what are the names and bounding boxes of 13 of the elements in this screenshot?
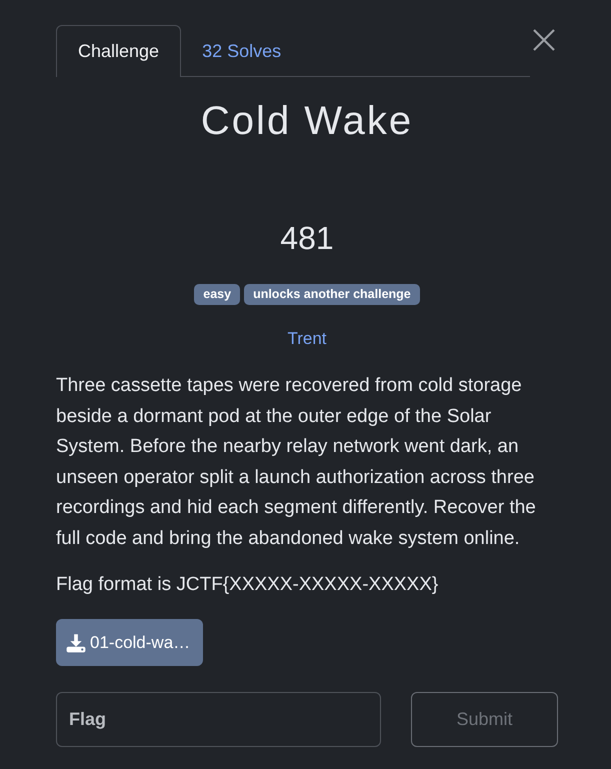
close-icon[interactable] (533, 29, 555, 51)
tab[interactable]: Challenge (56, 25, 182, 77)
tag-badge: unlocks another challenge (244, 284, 420, 305)
description-text: Three cassette tapes were recovered from cold storage beside a dormant pod at the outer edge of the Solar System. Before the nearby relay network went dark, an unseen operator split a launch authorization across three recordings and hid each segment differently. Recover the full code and bring the abandoned wake system online. (56, 374, 537, 550)
download-icon (66, 632, 86, 652)
points-value: 481 (279, 219, 335, 258)
download-button[interactable]: 01-cold-wa… (56, 619, 203, 666)
tag-badge: easy (194, 284, 240, 305)
challenge-title: Cold Wake (200, 98, 414, 145)
tab[interactable]: 32 Solves (181, 25, 302, 77)
author-link[interactable]: Trent (287, 327, 327, 351)
flag-input-field[interactable]: Flag (56, 692, 381, 747)
flag-format-text: Flag format is JCTF{XXXXX-XXXXX-XXXXX} (56, 573, 440, 597)
